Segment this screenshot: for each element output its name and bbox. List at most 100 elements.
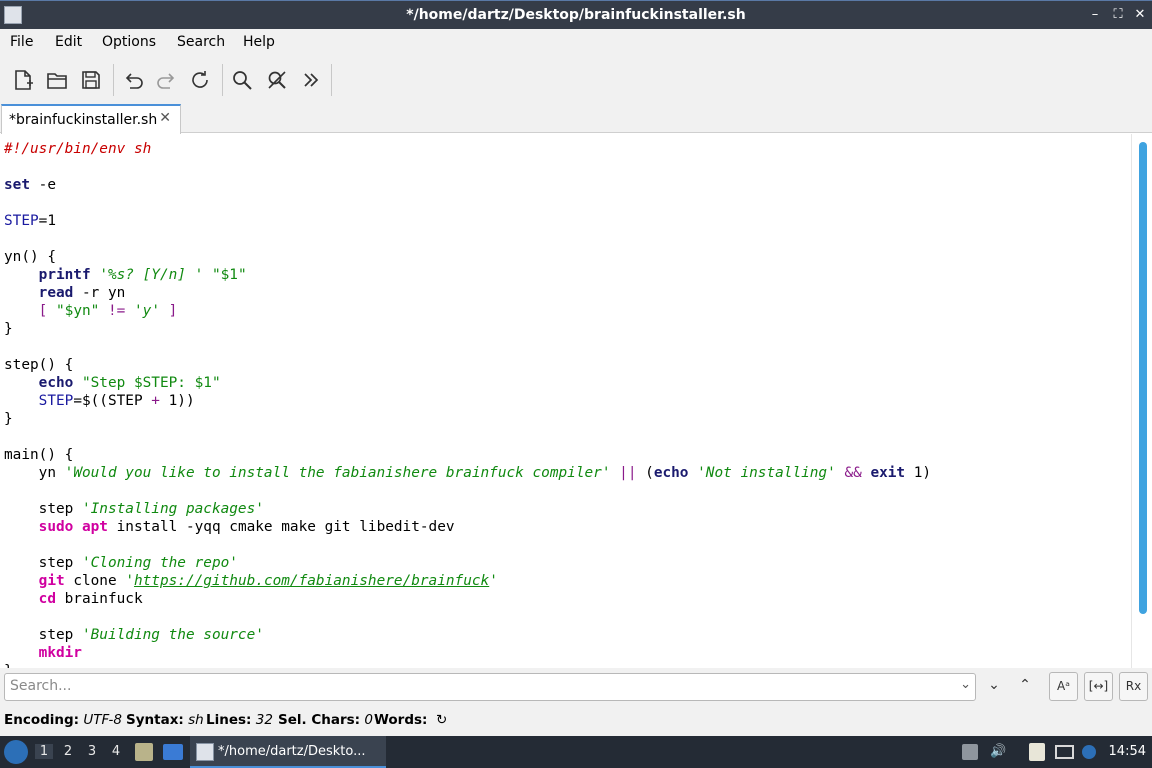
lines-status: Lines: 32 bbox=[206, 712, 273, 728]
save-icon[interactable] bbox=[77, 66, 105, 94]
regex-icon[interactable]: Rx bbox=[1119, 672, 1148, 701]
find-previous-icon[interactable]: ⌃ bbox=[1015, 677, 1035, 693]
search-input[interactable] bbox=[10, 678, 950, 694]
code-token: clone bbox=[64, 573, 126, 589]
code-token: + bbox=[151, 393, 160, 409]
menu-bar: File Edit Options Search Help bbox=[0, 29, 1152, 56]
code-token: step bbox=[4, 501, 82, 517]
notification-icon[interactable] bbox=[1082, 745, 1096, 759]
close-button[interactable]: ✕ bbox=[1130, 5, 1150, 25]
taskbar-window-title: */home/dartz/Deskto... bbox=[218, 744, 366, 759]
right-margin-line bbox=[1131, 134, 1132, 668]
workspace-4[interactable]: 4 bbox=[107, 744, 125, 759]
redo-icon[interactable] bbox=[153, 66, 181, 94]
code-line: } bbox=[4, 410, 931, 428]
words-status: Words: bbox=[374, 712, 428, 728]
taskbar: 1 2 3 4 */home/dartz/Deskto... 🔊 14:54 bbox=[0, 736, 1152, 768]
code-token: -e bbox=[30, 177, 56, 193]
vertical-scrollbar[interactable] bbox=[1139, 142, 1147, 614]
code-line: yn() { bbox=[4, 248, 931, 266]
find-next-icon[interactable]: ⌄ bbox=[984, 677, 1004, 693]
code-token: step bbox=[4, 627, 82, 643]
menu-file[interactable]: File bbox=[10, 34, 33, 50]
workspace-3[interactable]: 3 bbox=[83, 744, 101, 759]
tab-label: *brainfuckinstaller.sh bbox=[9, 112, 158, 128]
tab-brainfuckinstaller[interactable]: *brainfuckinstaller.sh ✕ bbox=[1, 104, 181, 134]
network-icon[interactable] bbox=[1055, 745, 1074, 759]
menu-edit[interactable]: Edit bbox=[55, 34, 82, 50]
tray-updates-icon[interactable] bbox=[962, 744, 978, 760]
file-manager-icon[interactable] bbox=[135, 743, 153, 761]
volume-icon[interactable]: 🔊 bbox=[990, 744, 1006, 759]
title-bar: */home/dartz/Desktop/brainfuckinstaller.… bbox=[0, 0, 1152, 29]
new-file-icon[interactable] bbox=[9, 66, 37, 94]
reload-icon[interactable] bbox=[186, 66, 214, 94]
code-token: "$yn" bbox=[56, 303, 100, 319]
code-token: printf bbox=[38, 267, 91, 283]
workspace-1[interactable]: 1 bbox=[35, 744, 53, 759]
clock: 14:54 bbox=[1108, 744, 1146, 759]
code-token: ( bbox=[636, 465, 654, 481]
toolbar bbox=[0, 56, 1152, 103]
window-title: */home/dartz/Desktop/brainfuckinstaller.… bbox=[406, 7, 746, 23]
code-token: ' bbox=[489, 573, 498, 589]
workspace-2[interactable]: 2 bbox=[59, 744, 77, 759]
encoding-status: Encoding: UTF-8 bbox=[4, 712, 122, 728]
code-token: mkdir bbox=[38, 645, 82, 661]
code-token: https://github.com/fabianishere/brainfuc… bbox=[133, 573, 490, 589]
code-token: =$((STEP bbox=[73, 393, 152, 409]
taskbar-window-button[interactable]: */home/dartz/Deskto... bbox=[190, 736, 386, 768]
status-bar: Encoding: UTF-8 Syntax: sh Lines: 32 Sel… bbox=[0, 706, 1152, 736]
code-token: 1)) bbox=[159, 393, 195, 409]
code-token: step bbox=[4, 555, 82, 571]
code-text: #!/usr/bin/env sh set -e STEP=1 yn() { p… bbox=[4, 140, 931, 668]
menu-help[interactable]: Help bbox=[243, 34, 275, 50]
undo-icon[interactable] bbox=[119, 66, 147, 94]
menu-options[interactable]: Options bbox=[102, 34, 156, 50]
show-desktop-icon[interactable] bbox=[163, 744, 183, 760]
menu-search[interactable]: Search bbox=[177, 34, 225, 50]
refresh-words-icon[interactable]: ↻ bbox=[436, 712, 447, 728]
code-line: [ "$yn" != 'y' ] bbox=[4, 302, 931, 320]
find-icon[interactable] bbox=[228, 66, 256, 94]
toolbar-separator bbox=[331, 64, 332, 96]
match-case-icon[interactable]: Aᵃ bbox=[1049, 672, 1078, 701]
search-field[interactable]: ⌄ bbox=[4, 673, 976, 701]
code-token: && bbox=[844, 465, 862, 481]
code-token: STEP bbox=[4, 213, 39, 229]
code-token: STEP bbox=[38, 393, 74, 409]
whole-word-icon[interactable]: [↔] bbox=[1084, 672, 1113, 701]
code-token: git bbox=[38, 573, 65, 589]
maximize-button[interactable]: ⛶ bbox=[1108, 5, 1128, 25]
code-line: main() { bbox=[4, 446, 931, 464]
code-token: != bbox=[108, 303, 126, 319]
code-token: } bbox=[4, 411, 13, 427]
replace-icon[interactable] bbox=[263, 66, 291, 94]
clipboard-icon[interactable] bbox=[1029, 743, 1045, 761]
search-history-chevron-icon[interactable]: ⌄ bbox=[960, 677, 971, 692]
code-token: =1 bbox=[38, 213, 56, 229]
code-line: cd brainfuck bbox=[4, 590, 931, 608]
code-line: sudo apt install -yqq cmake make git lib… bbox=[4, 518, 931, 536]
code-token: ] bbox=[168, 303, 178, 319]
more-icon[interactable] bbox=[297, 66, 325, 94]
code-token: echo bbox=[38, 375, 74, 391]
open-file-icon[interactable] bbox=[43, 66, 71, 94]
tab-close-icon[interactable]: ✕ bbox=[159, 110, 171, 126]
code-editor[interactable]: #!/usr/bin/env sh set -e STEP=1 yn() { p… bbox=[0, 134, 1152, 668]
code-token: || bbox=[619, 465, 637, 481]
start-menu-icon[interactable] bbox=[4, 740, 28, 764]
code-token: 1) bbox=[905, 465, 932, 481]
minimize-button[interactable]: – bbox=[1085, 5, 1105, 25]
